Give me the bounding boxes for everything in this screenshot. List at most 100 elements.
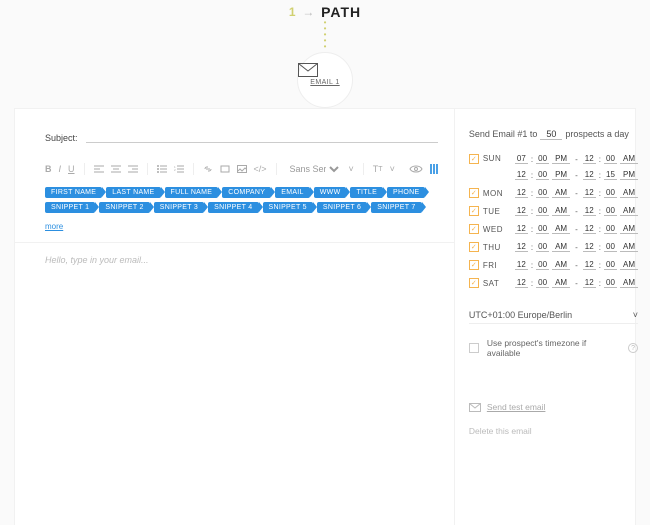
align-left-button[interactable]	[94, 165, 104, 173]
align-center-button[interactable]	[111, 165, 121, 173]
merge-tag[interactable]: TITLE	[350, 187, 383, 198]
merge-tag[interactable]: PHONE	[387, 187, 425, 198]
time-min-input[interactable]	[536, 188, 549, 198]
time-hour-input[interactable]	[515, 206, 528, 216]
merge-tag[interactable]: SNIPPET 2	[99, 202, 149, 213]
time-min-input[interactable]	[604, 188, 617, 198]
time-ampm-input[interactable]	[552, 170, 570, 180]
italic-button[interactable]: I	[59, 164, 62, 174]
time-hour-input[interactable]	[515, 224, 528, 234]
use-prospect-tz-checkbox[interactable]	[469, 343, 479, 353]
time-ampm-input[interactable]	[620, 260, 638, 270]
time-ampm-input[interactable]	[552, 260, 570, 270]
time-min-input[interactable]	[536, 170, 549, 180]
time-hour-input[interactable]	[515, 278, 528, 288]
time-hour-input[interactable]	[583, 278, 596, 288]
time-ampm-input[interactable]	[620, 188, 638, 198]
time-hour-input[interactable]	[583, 170, 596, 180]
time-ampm-input[interactable]	[620, 242, 638, 252]
time-hour-input[interactable]	[515, 260, 528, 270]
merge-tag[interactable]: EMAIL	[275, 187, 310, 198]
time-ampm-input[interactable]	[552, 154, 570, 164]
timezone-select[interactable]: UTC+01:00 Europe/Berlin ˅	[469, 310, 638, 324]
time-ampm-input[interactable]	[620, 278, 638, 288]
day-checkbox[interactable]: ✓	[469, 260, 479, 270]
time-min-input[interactable]	[536, 224, 549, 234]
time-min-input[interactable]	[536, 206, 549, 216]
day-label: TUE	[483, 207, 511, 216]
text-size-button[interactable]: TT	[373, 164, 383, 174]
help-icon[interactable]: ?	[628, 343, 638, 353]
unlink-button[interactable]	[220, 165, 230, 173]
time-min-input[interactable]	[604, 170, 617, 180]
time-hour-input[interactable]	[583, 206, 596, 216]
day-checkbox[interactable]: ✓	[469, 154, 479, 164]
time-min-input[interactable]	[604, 242, 617, 252]
day-checkbox[interactable]: ✓	[469, 188, 479, 198]
merge-tag[interactable]: FIRST NAME	[45, 187, 102, 198]
time-min-input[interactable]	[536, 242, 549, 252]
merge-tag[interactable]: SNIPPET 6	[317, 202, 367, 213]
time-ampm-input[interactable]	[552, 278, 570, 288]
merge-tag[interactable]: COMPANY	[222, 187, 271, 198]
day-checkbox[interactable]: ✓	[469, 224, 479, 234]
time-hour-input[interactable]	[583, 242, 596, 252]
chevron-down-icon[interactable]: ˅	[349, 164, 354, 174]
time-ampm-input[interactable]	[620, 206, 638, 216]
time-min-input[interactable]	[604, 206, 617, 216]
subject-input[interactable]	[86, 129, 438, 143]
day-checkbox[interactable]: ✓	[469, 206, 479, 216]
time-hour-input[interactable]	[583, 188, 596, 198]
time-min-input[interactable]	[536, 154, 549, 164]
time-hour-input[interactable]	[515, 242, 528, 252]
time-ampm-input[interactable]	[552, 188, 570, 198]
merge-tag[interactable]: SNIPPET 4	[208, 202, 258, 213]
time-hour-input[interactable]	[515, 170, 528, 180]
time-ampm-input[interactable]	[552, 242, 570, 252]
email-node[interactable]: EMAIL 1	[297, 52, 353, 108]
path-title: PATH	[321, 4, 361, 20]
numbered-list-button[interactable]: 12	[174, 165, 184, 173]
merge-tag[interactable]: FULL NAME	[165, 187, 219, 198]
time-min-input[interactable]	[604, 278, 617, 288]
bold-button[interactable]: B	[45, 164, 52, 174]
align-right-button[interactable]	[128, 165, 138, 173]
link-button[interactable]	[203, 165, 213, 173]
time-ampm-input[interactable]	[620, 170, 638, 180]
time-min-input[interactable]	[604, 224, 617, 234]
send-test-email-link[interactable]: Send test email	[469, 402, 638, 412]
chevron-down-icon[interactable]: ˅	[390, 164, 395, 174]
time-min-input[interactable]	[604, 154, 617, 164]
font-family-select[interactable]: Sans Serif	[286, 163, 342, 175]
underline-button[interactable]: U	[68, 164, 75, 174]
merge-tag[interactable]: SNIPPET 7	[371, 202, 421, 213]
time-min-input[interactable]	[536, 278, 549, 288]
merge-tag[interactable]: LAST NAME	[106, 187, 160, 198]
merge-tag[interactable]: SNIPPET 1	[45, 202, 95, 213]
prospects-per-day-input[interactable]	[540, 129, 562, 140]
preview-button[interactable]	[409, 164, 423, 174]
time-min-input[interactable]	[604, 260, 617, 270]
time-ampm-input[interactable]	[620, 154, 638, 164]
more-tags-link[interactable]: more	[45, 222, 63, 231]
merge-tag[interactable]: SNIPPET 5	[263, 202, 313, 213]
image-button[interactable]	[237, 165, 247, 173]
delete-email-link[interactable]: Delete this email	[469, 426, 638, 436]
bullet-list-button[interactable]	[157, 165, 167, 173]
variables-button[interactable]	[430, 164, 438, 174]
day-checkbox[interactable]: ✓	[469, 278, 479, 288]
time-hour-input[interactable]	[515, 188, 528, 198]
time-ampm-input[interactable]	[620, 224, 638, 234]
time-hour-input[interactable]	[583, 224, 596, 234]
merge-tag[interactable]: WWW	[314, 187, 347, 198]
code-button[interactable]: </>	[254, 164, 267, 174]
time-hour-input[interactable]	[583, 260, 596, 270]
time-ampm-input[interactable]	[552, 224, 570, 234]
time-hour-input[interactable]	[583, 154, 596, 164]
time-hour-input[interactable]	[515, 154, 528, 164]
day-checkbox[interactable]: ✓	[469, 242, 479, 252]
merge-tag[interactable]: SNIPPET 3	[154, 202, 204, 213]
time-ampm-input[interactable]	[552, 206, 570, 216]
email-body-input[interactable]: Hello, type in your email...	[45, 255, 438, 265]
time-min-input[interactable]	[536, 260, 549, 270]
